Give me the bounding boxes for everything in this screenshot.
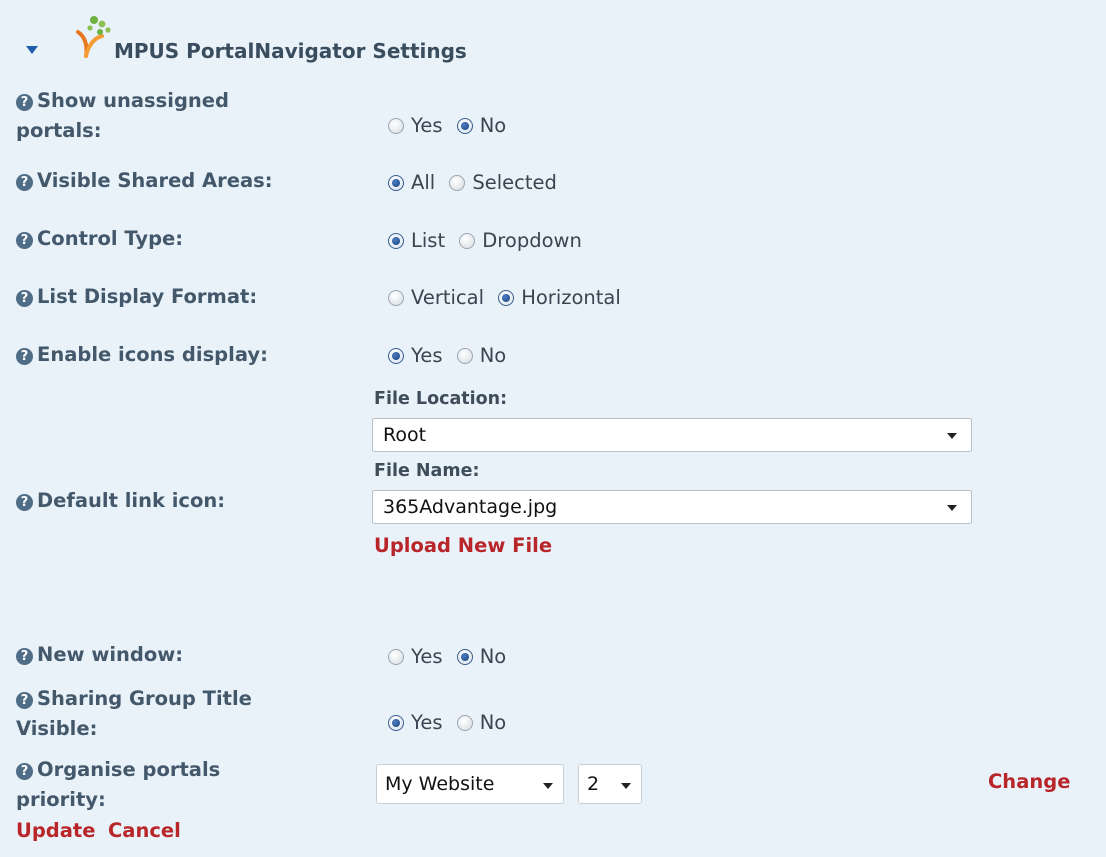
upload-new-file-link[interactable]: Upload New File <box>374 534 552 557</box>
enable-icons-options: Yes No <box>388 344 514 370</box>
mpus-logo-icon <box>76 16 111 58</box>
help-icon[interactable]: ? <box>16 648 33 665</box>
radio-button[interactable] <box>459 233 476 249</box>
file-name-select[interactable]: 365Advantage.jpg <box>372 490 972 524</box>
list-display-format-options: Vertical Horizontal <box>388 286 629 312</box>
radio-icons-no[interactable]: No <box>456 344 506 368</box>
radio-format-horizontal[interactable]: Horizontal <box>498 286 621 310</box>
radio-new-window-yes[interactable]: Yes <box>388 645 442 669</box>
help-icon[interactable]: ? <box>16 692 33 709</box>
show-unassigned-options: Yes No <box>388 114 514 140</box>
radio-button[interactable] <box>449 175 466 191</box>
radio-icons-yes[interactable]: Yes <box>388 344 442 368</box>
visible-shared-areas-options: All Selected <box>388 171 565 197</box>
collapse-arrow-icon[interactable] <box>26 46 38 54</box>
radio-button[interactable] <box>388 233 404 249</box>
help-icon[interactable]: ? <box>16 290 33 307</box>
cancel-link[interactable]: Cancel <box>108 819 181 842</box>
help-icon[interactable]: ? <box>16 494 33 511</box>
new-window-label: ? New window: <box>16 640 183 670</box>
radio-format-vertical[interactable]: Vertical <box>388 286 484 310</box>
file-name-label: File Name: <box>374 461 480 481</box>
organise-priority-label: ? Organise portals priority: <box>16 758 221 811</box>
radio-button[interactable] <box>456 348 473 364</box>
control-type-options: List Dropdown <box>388 229 590 255</box>
help-icon[interactable]: ? <box>16 763 33 780</box>
radio-button[interactable] <box>456 649 473 665</box>
help-icon[interactable]: ? <box>16 232 33 249</box>
radio-sharing-title-yes[interactable]: Yes <box>388 711 442 735</box>
radio-button[interactable] <box>388 290 404 306</box>
radio-button[interactable] <box>456 715 473 731</box>
radio-visible-all[interactable]: All <box>388 171 435 195</box>
chevron-down-icon <box>947 505 957 511</box>
radio-control-dropdown[interactable]: Dropdown <box>459 229 582 253</box>
section-title: MPUS PortalNavigator Settings <box>114 39 467 63</box>
radio-button[interactable] <box>388 175 404 191</box>
show-unassigned-label: ? Show unassigned portals: <box>16 89 229 142</box>
file-location-select[interactable]: Root <box>372 418 972 452</box>
radio-new-window-no[interactable]: No <box>456 645 506 669</box>
change-link[interactable]: Change <box>988 770 1070 793</box>
control-type-label: ? Control Type: <box>16 224 183 254</box>
sharing-group-title-options: Yes No <box>388 711 514 737</box>
radio-visible-selected[interactable]: Selected <box>449 171 557 195</box>
radio-button[interactable] <box>498 290 515 306</box>
portal-select[interactable]: My Website <box>376 764 564 804</box>
default-link-icon-label: ? Default link icon: <box>16 486 225 516</box>
new-window-options: Yes No <box>388 645 514 671</box>
radio-button[interactable] <box>388 715 404 731</box>
chevron-down-icon <box>947 433 957 439</box>
radio-show-unassigned-no[interactable]: No <box>456 114 506 138</box>
radio-button[interactable] <box>388 348 404 364</box>
radio-button[interactable] <box>388 118 404 134</box>
help-icon[interactable]: ? <box>16 348 33 365</box>
radio-show-unassigned-yes[interactable]: Yes <box>388 114 442 138</box>
radio-control-list[interactable]: List <box>388 229 445 253</box>
update-link[interactable]: Update <box>16 819 95 842</box>
radio-button[interactable] <box>456 118 473 134</box>
list-display-format-label: ? List Display Format: <box>16 282 257 312</box>
priority-select[interactable]: 2 <box>578 764 642 804</box>
help-icon[interactable]: ? <box>16 174 33 191</box>
help-icon[interactable]: ? <box>16 94 33 111</box>
radio-sharing-title-no[interactable]: No <box>456 711 506 735</box>
enable-icons-label: ? Enable icons display: <box>16 340 268 370</box>
sharing-group-title-label: ? Sharing Group Title Visible: <box>16 687 252 740</box>
file-location-label: File Location: <box>374 389 508 409</box>
section-header[interactable]: MPUS PortalNavigator Settings <box>14 8 714 68</box>
chevron-down-icon <box>543 783 553 789</box>
chevron-down-icon <box>621 783 631 789</box>
visible-shared-areas-label: ? Visible Shared Areas: <box>16 166 273 196</box>
radio-button[interactable] <box>388 649 404 665</box>
